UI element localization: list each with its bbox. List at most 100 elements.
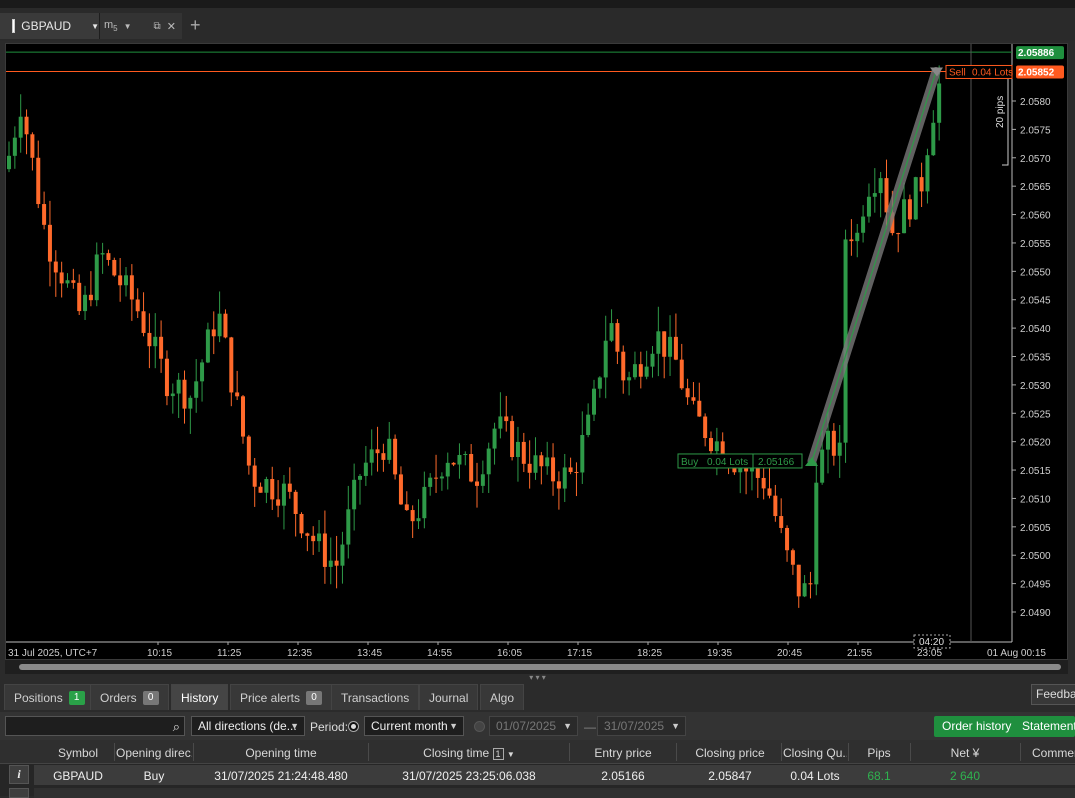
bullish-candle bbox=[498, 416, 503, 429]
column-divider[interactable] bbox=[114, 743, 115, 761]
bearish-candle bbox=[510, 421, 515, 458]
bullish-candle bbox=[492, 428, 497, 449]
bearish-candle bbox=[527, 463, 532, 473]
time-tick-label: 18:25 bbox=[637, 648, 662, 659]
detach-icon[interactable]: ⧉ bbox=[154, 21, 161, 32]
date-from-input[interactable]: 01/07/2025 ▼ bbox=[489, 716, 578, 736]
column-divider[interactable] bbox=[910, 743, 911, 761]
column-divider[interactable] bbox=[193, 743, 194, 761]
column-divider[interactable] bbox=[368, 743, 369, 761]
period-radio-range[interactable] bbox=[474, 721, 485, 732]
chevron-down-icon[interactable]: ▼ bbox=[91, 22, 99, 31]
bearish-candle bbox=[381, 453, 386, 460]
col-entry-price[interactable]: Entry price bbox=[571, 746, 675, 760]
tab-history[interactable]: History bbox=[171, 684, 229, 710]
chart-canvas[interactable]: 2.0580 2.0575 2.0570 2.0565 2.0560 2.0555 2.05… bbox=[6, 44, 1069, 661]
price-tick-label: 2.0500 bbox=[1020, 551, 1051, 562]
bullish-candle bbox=[200, 362, 205, 382]
chart-scrollbar[interactable] bbox=[5, 660, 1068, 674]
bullish-candle bbox=[486, 448, 491, 475]
col-closing-time[interactable]: Closing time 1 ▼ bbox=[370, 746, 568, 760]
col-opening-time[interactable]: Opening time bbox=[195, 746, 367, 760]
col-pips[interactable]: Pips bbox=[850, 746, 908, 760]
bullish-candle bbox=[820, 449, 825, 483]
symbol-tab-label: GBPAUD bbox=[21, 19, 72, 33]
info-icon[interactable]: i bbox=[9, 765, 29, 784]
bullish-candle bbox=[668, 336, 673, 357]
bearish-candle bbox=[106, 253, 111, 260]
time-tick-label: 19:35 bbox=[707, 648, 732, 659]
bullish-candle bbox=[264, 479, 269, 493]
history-filter-bar: ⌕ All directions (de... ▼ Period: Current… bbox=[0, 712, 1075, 740]
bearish-candle bbox=[673, 336, 678, 360]
bearish-candle bbox=[334, 560, 339, 566]
bullish-candle bbox=[369, 449, 374, 463]
cell-pips: 68.1 bbox=[867, 769, 891, 783]
tab-orders[interactable]: Orders 0 bbox=[90, 684, 169, 710]
search-input[interactable]: ⌕ bbox=[5, 716, 185, 736]
column-divider[interactable] bbox=[781, 743, 782, 761]
bearish-candle bbox=[135, 299, 140, 312]
time-tick-label: 17:15 bbox=[567, 648, 592, 659]
bullish-candle bbox=[644, 366, 649, 377]
timeframe-tab[interactable]: m5 ▼ ⧉ ✕ bbox=[100, 13, 182, 39]
tab-journal[interactable]: Journal bbox=[419, 684, 479, 710]
col-net[interactable]: Net ¥ bbox=[912, 746, 1018, 760]
close-icon[interactable]: ✕ bbox=[167, 20, 176, 33]
tab-algo[interactable]: Algo bbox=[480, 684, 525, 710]
column-divider[interactable] bbox=[569, 743, 570, 761]
bearish-candle bbox=[182, 379, 187, 409]
price-chart[interactable]: 2.0580 2.0575 2.0570 2.0565 2.0560 2.0555 2.05… bbox=[5, 43, 1068, 660]
statement-button[interactable]: Statement bbox=[1014, 716, 1075, 737]
tab-transactions[interactable]: Transactions bbox=[331, 684, 420, 710]
add-tab-icon[interactable]: + bbox=[190, 16, 201, 34]
period-radio-month[interactable] bbox=[348, 721, 359, 732]
chevron-down-icon[interactable]: ▼ bbox=[124, 22, 132, 31]
bullish-candle bbox=[931, 122, 936, 156]
bearish-candle bbox=[551, 457, 556, 482]
direction-select[interactable]: All directions (de... ▼ bbox=[191, 716, 305, 736]
col-symbol[interactable]: Symbol bbox=[38, 746, 118, 760]
sell-lots-label: 0.04 Lots bbox=[972, 67, 1013, 78]
bullish-candle bbox=[586, 414, 591, 436]
price-tick-label: 2.0555 bbox=[1020, 239, 1051, 250]
cell-open-time: 31/07/2025 21:24:48.480 bbox=[214, 769, 348, 783]
col-opening-direction[interactable]: Opening direc.. bbox=[116, 746, 192, 760]
timeframe-label: m5 bbox=[104, 18, 118, 34]
col-closing-qty[interactable]: Closing Qu.. bbox=[783, 746, 847, 760]
bullish-candle bbox=[533, 455, 538, 473]
tab-positions[interactable]: Positions 1 bbox=[4, 684, 95, 710]
col-comment[interactable]: Comment bbox=[1022, 746, 1075, 760]
time-tick-label: 16:05 bbox=[497, 648, 522, 659]
tab-price-alerts[interactable]: Price alerts 0 bbox=[230, 684, 333, 710]
bullish-candle bbox=[656, 331, 661, 354]
info-icon[interactable] bbox=[9, 788, 29, 798]
bullish-candle bbox=[650, 353, 655, 367]
scrollbar-thumb[interactable] bbox=[19, 664, 1061, 670]
time-tick-label: 20:45 bbox=[777, 648, 802, 659]
bullish-candle bbox=[562, 467, 567, 489]
price-tick-label: 2.0560 bbox=[1020, 211, 1051, 222]
order-history-button[interactable]: Order history bbox=[934, 716, 1020, 737]
col-closing-price[interactable]: Closing price bbox=[678, 746, 782, 760]
bullish-candle bbox=[878, 178, 883, 194]
bearish-candle bbox=[410, 510, 415, 522]
feedback-button[interactable]: Feedbac bbox=[1031, 684, 1075, 705]
symbol-tab[interactable]: GBPAUD ▼ bbox=[0, 13, 100, 39]
period-select[interactable]: Current month ▼ bbox=[364, 716, 464, 736]
bottom-tab-bar: Positions 1 Orders 0 History Price alerts 0… bbox=[0, 682, 1075, 712]
column-divider[interactable] bbox=[1020, 743, 1021, 761]
table-row[interactable]: GBPAUD Buy 31/07/2025 21:24:48.480 31/07… bbox=[34, 765, 1075, 785]
price-tick-label: 2.0565 bbox=[1020, 182, 1051, 193]
bullish-candle bbox=[281, 483, 286, 506]
panel-splitter[interactable]: ▾ ▾ ▾ bbox=[0, 674, 1075, 682]
bearish-candle bbox=[322, 533, 327, 567]
bearish-candle bbox=[521, 441, 526, 464]
date-to-input[interactable]: 31/07/2025 ▼ bbox=[597, 716, 686, 736]
bearish-candle bbox=[785, 527, 790, 551]
column-divider[interactable] bbox=[676, 743, 677, 761]
table-row-partial[interactable] bbox=[34, 788, 1075, 798]
column-divider[interactable] bbox=[848, 743, 849, 761]
cell-symbol: GBPAUD bbox=[53, 769, 103, 783]
bullish-candle bbox=[632, 364, 637, 378]
